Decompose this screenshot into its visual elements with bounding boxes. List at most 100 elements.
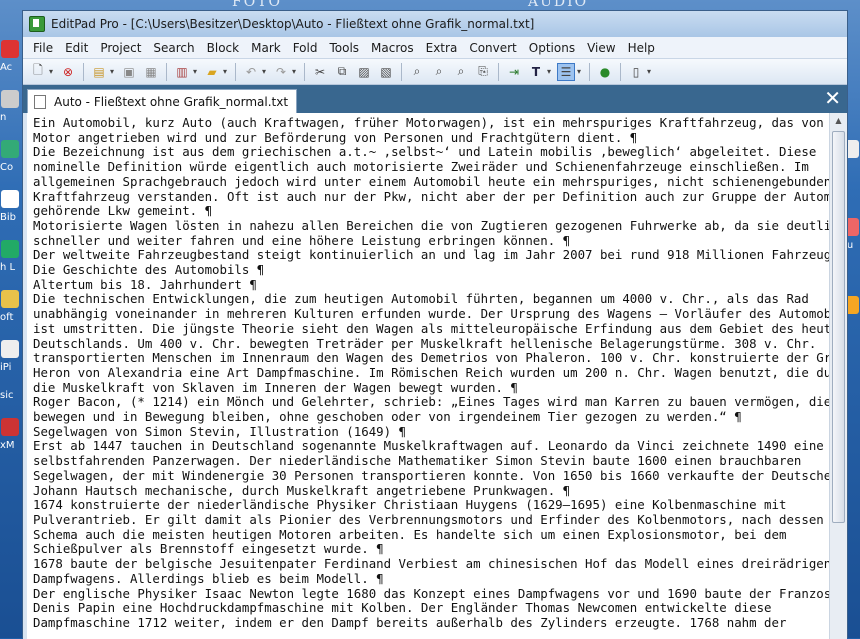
find-icon[interactable]: ⌕ <box>408 63 426 81</box>
save-icon[interactable]: ▣ <box>120 63 138 81</box>
editor-line[interactable]: Heron von Alexandria eine Art Dampfmasch… <box>33 365 829 381</box>
desktop-shortcut-icon[interactable] <box>1 40 19 58</box>
editor-line[interactable]: Motor angetrieben wird und zur Beförderu… <box>33 130 829 146</box>
chevron-down-icon[interactable]: ▾ <box>645 63 653 81</box>
open-icon[interactable]: ▤ <box>90 63 108 81</box>
editor-line[interactable]: Segelwagen, der mit Windenergie 30 Perso… <box>33 468 829 484</box>
redo-icon[interactable]: ↷ <box>272 63 290 81</box>
title-bar[interactable]: EditPad Pro - [C:\Users\Besitzer\Desktop… <box>23 11 847 37</box>
block-select-icon[interactable]: ☰ <box>557 62 575 81</box>
paste-special-icon[interactable]: ▧ <box>377 63 395 81</box>
desktop-shortcut-icon[interactable] <box>1 240 19 258</box>
menu-search[interactable]: Search <box>147 41 200 55</box>
editor-line[interactable]: transportierten Menschen im Innenraum de… <box>33 351 829 366</box>
desktop-shortcut-icon[interactable] <box>1 190 19 208</box>
find-previous-icon[interactable]: ⌕ <box>452 63 470 81</box>
new-file-icon[interactable]: 🗋 <box>29 63 47 81</box>
editor-line[interactable]: Roger Bacon, (* 1214) ein Mönch und Gele… <box>33 395 829 410</box>
close-file-icon[interactable]: ⊗ <box>59 63 77 81</box>
editor-line[interactable]: ist umstritten. Die jüngste Theorie sieh… <box>33 321 829 337</box>
editor-line[interactable]: Schießpulver als Brennstoff eingesetzt w… <box>33 542 829 557</box>
chevron-down-icon[interactable]: ▾ <box>191 63 199 81</box>
scroll-up-icon[interactable]: ▲ <box>830 113 847 129</box>
find-next-icon[interactable]: ⌕ <box>430 63 448 81</box>
editor-line[interactable]: selbstfahrenden Panzerwagen. Der niederl… <box>33 453 829 469</box>
desktop-shortcut-icon[interactable] <box>1 418 19 436</box>
editor-line[interactable]: Motorisierte Wagen lösten in nahezu alle… <box>33 218 829 234</box>
copy-icon[interactable]: ⧉ <box>333 63 351 81</box>
open-folder-icon[interactable]: ▰ <box>203 63 221 81</box>
replace-icon[interactable]: ⎘ <box>474 63 492 81</box>
chevron-down-icon[interactable]: ▾ <box>290 63 298 81</box>
editor-line[interactable]: die Muskelkraft von Sklaven im Inneren d… <box>33 380 829 396</box>
editor-line[interactable]: Kraftfahrzeug verstanden. Oft ist auch n… <box>33 189 829 205</box>
tab-document[interactable]: Auto - Fließtext ohne Grafik_normal.txt <box>27 89 298 113</box>
chevron-down-icon[interactable]: ▾ <box>260 63 268 81</box>
editor-line[interactable]: Deutschlands. Um 400 v. Chr. bewegten Tr… <box>33 336 829 352</box>
editor-line[interactable]: Dampfwagens. Allerdings blieb es beim Mo… <box>33 571 829 587</box>
chevron-down-icon[interactable]: ▾ <box>108 63 116 81</box>
save-all-icon[interactable]: ▦ <box>142 63 160 81</box>
editor-line[interactable]: Ein Automobil, kurz Auto (auch Kraftwage… <box>33 115 829 131</box>
menu-project[interactable]: Project <box>94 41 147 55</box>
menu-file[interactable]: File <box>27 41 59 55</box>
copy-to-icon[interactable]: ▥ <box>173 63 191 81</box>
editor-line[interactable]: Die technischen Entwicklungen, die zum h… <box>33 292 829 307</box>
text-editor[interactable]: Ein Automobil, kurz Auto (auch Kraftwage… <box>23 113 829 639</box>
editor-line[interactable]: nominelle Definition würde eigentlich au… <box>33 159 829 175</box>
editor-line[interactable]: Pulverantrieb. Er gilt damit als Pionier… <box>33 512 829 528</box>
document-icon <box>34 94 46 109</box>
menu-view[interactable]: View <box>581 41 621 55</box>
editor-line[interactable]: bewegen und in Bewegung bleiben, ohne ge… <box>33 409 829 425</box>
editor-text[interactable]: Ein Automobil, kurz Auto (auch Kraftwage… <box>27 113 829 631</box>
menu-tools[interactable]: Tools <box>323 41 365 55</box>
editor-line[interactable]: 1678 baute der belgische Jesuitenpater F… <box>33 556 829 572</box>
editor-line[interactable]: Dampfmaschine 1712 weiter, indem er den … <box>33 615 829 631</box>
editor-line[interactable]: 1674 konstruierte der niederländische Ph… <box>33 498 829 513</box>
desktop-label-foto: FOTO <box>232 0 283 10</box>
chevron-down-icon[interactable]: ▾ <box>221 63 229 81</box>
editor-line[interactable]: allgemeinen Sprachgebrauch jedoch wird u… <box>33 174 829 190</box>
editor-line[interactable]: Die Bezeichnung ist aus dem griechischen… <box>33 145 829 160</box>
desktop-shortcut-icon[interactable] <box>1 140 19 158</box>
editor-line[interactable]: Segelwagen von Simon Stevin, Illustratio… <box>33 424 829 440</box>
desktop-shortcut-icon[interactable] <box>1 90 19 108</box>
paste-icon[interactable]: ▨ <box>355 63 373 81</box>
menu-macros[interactable]: Macros <box>365 41 420 55</box>
spellcheck-icon[interactable]: ● <box>596 63 614 81</box>
scrollbar-thumb[interactable] <box>832 131 845 523</box>
chevron-down-icon[interactable]: ▾ <box>545 63 553 81</box>
menu-block[interactable]: Block <box>201 41 245 55</box>
font-icon[interactable]: T <box>527 63 545 81</box>
desktop-shortcut-label: n <box>0 112 7 123</box>
desktop-shortcut-icon[interactable] <box>1 340 19 358</box>
menu-mark[interactable]: Mark <box>245 41 287 55</box>
editor-line[interactable]: Erst ab 1447 tauchen in Deutschland soge… <box>33 439 829 454</box>
editor-line[interactable]: Die Geschichte des Automobils ¶ <box>33 262 829 278</box>
editor-line[interactable]: Der englische Physiker Isaac Newton legt… <box>33 586 829 602</box>
menu-help[interactable]: Help <box>622 41 661 55</box>
editor-line[interactable]: Altertum bis 18. Jahrhundert ¶ <box>33 277 829 293</box>
vertical-scrollbar[interactable]: ▲ <box>829 113 847 639</box>
menu-fold[interactable]: Fold <box>287 41 324 55</box>
desktop-shortcut-icon[interactable] <box>1 290 19 308</box>
editor-line[interactable]: Johann Hautsch mechanische, durch Muskel… <box>33 483 829 499</box>
editor-line[interactable]: Denis Papin eine Hochdruckdampfmaschine … <box>33 600 829 616</box>
indent-icon[interactable]: ⇥ <box>505 63 523 81</box>
close-tab-icon[interactable]: ✕ <box>824 88 841 108</box>
editor-line[interactable]: schneller und weiter fahren und eine höh… <box>33 233 829 249</box>
chevron-down-icon[interactable]: ▾ <box>47 63 55 81</box>
undo-icon[interactable]: ↶ <box>242 63 260 81</box>
clipboard-icon[interactable]: ▯ <box>627 63 645 81</box>
menu-convert[interactable]: Convert <box>463 41 522 55</box>
editor-line[interactable]: Der weltweite Fahrzeugbestand steigt kon… <box>33 248 829 263</box>
menu-options[interactable]: Options <box>523 41 581 55</box>
chevron-down-icon[interactable]: ▾ <box>575 63 583 81</box>
editor-line[interactable]: unabhängig voneinander in mehreren Kultu… <box>33 306 829 322</box>
menu-edit[interactable]: Edit <box>59 41 94 55</box>
menu-extra[interactable]: Extra <box>420 41 464 55</box>
desktop-shortcut-label: Bib <box>0 212 16 223</box>
cut-icon[interactable]: ✂ <box>311 63 329 81</box>
editor-line[interactable]: Schema auch die meisten heutigen Motoren… <box>33 527 829 543</box>
editor-line[interactable]: gehörende Lkw gemeint. ¶ <box>33 204 829 219</box>
